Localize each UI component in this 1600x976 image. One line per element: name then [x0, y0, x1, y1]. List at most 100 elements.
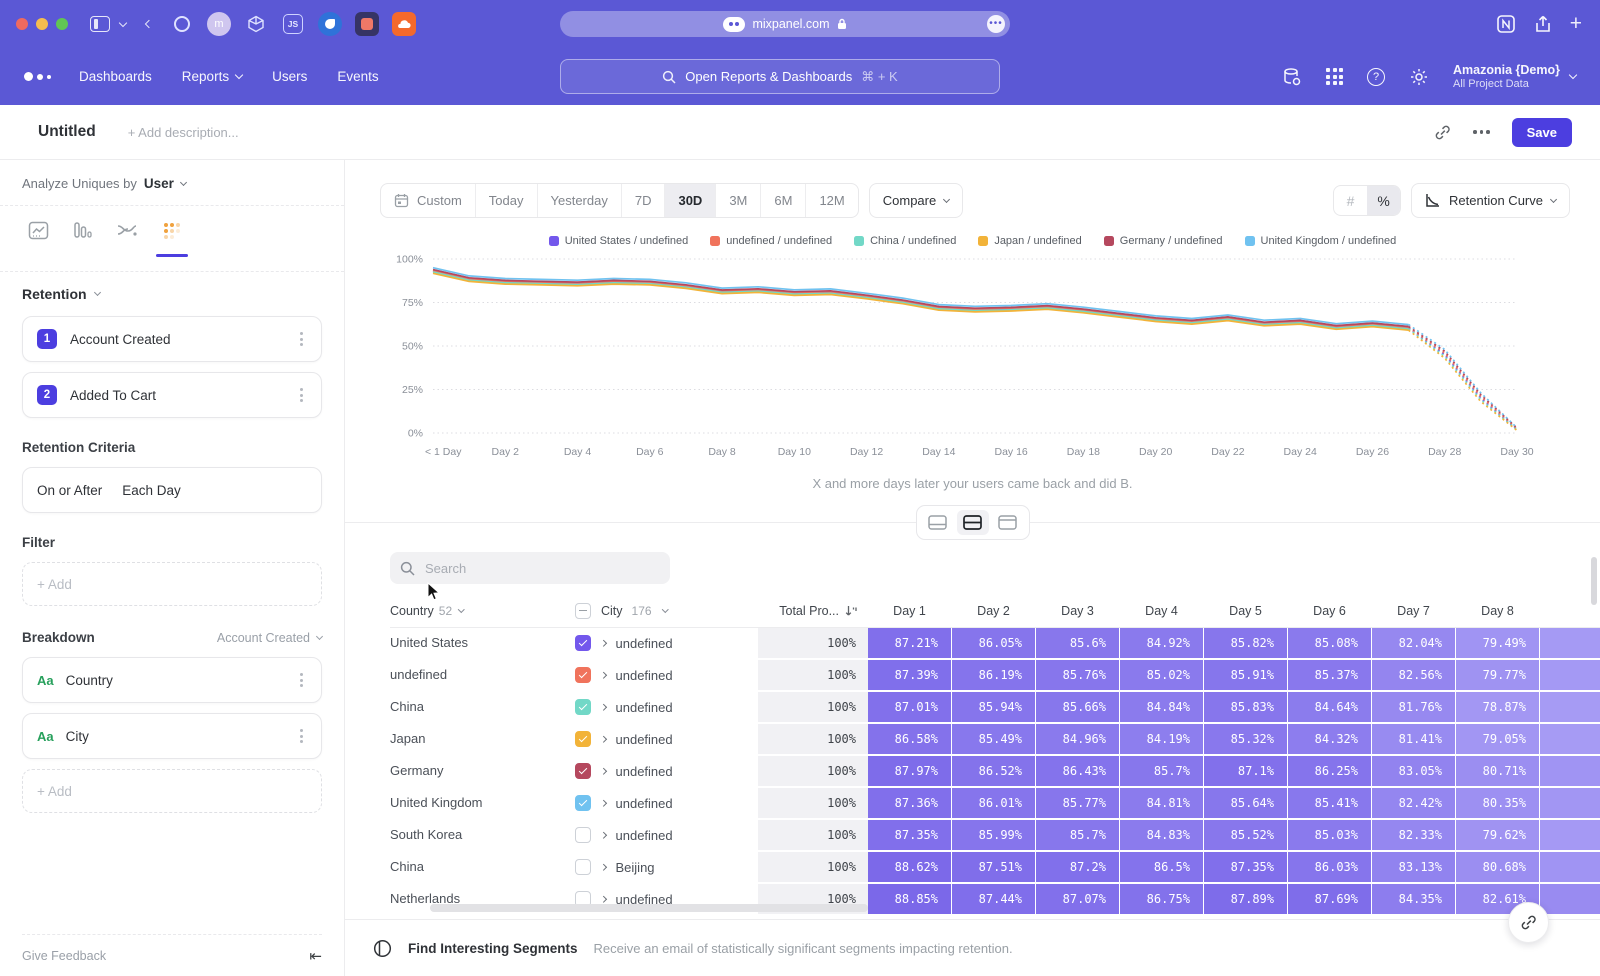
copy-link-icon[interactable]	[1434, 124, 1451, 141]
retention-cell[interactable]: 85.41%	[1288, 788, 1371, 818]
mixpanel-logo[interactable]	[24, 72, 51, 81]
retention-cell[interactable]: 85.03%	[1288, 820, 1371, 850]
horizontal-scrollbar[interactable]	[430, 904, 868, 912]
retention-cell[interactable]: 87.97%	[868, 756, 951, 786]
mixpanel-app-icon[interactable]	[355, 12, 379, 36]
expand-chevron-icon[interactable]	[600, 768, 606, 774]
close-window-button[interactable]	[16, 18, 28, 30]
criteria-on-or-after[interactable]: On or After	[37, 483, 102, 498]
tab-insights[interactable]	[28, 220, 49, 257]
row-checkbox[interactable]	[575, 667, 591, 683]
total-column-header[interactable]: Total Pro...	[758, 604, 868, 618]
retention-cell[interactable]: 86.75%	[1120, 884, 1203, 914]
day-column-header[interactable]: Day 7	[1372, 604, 1455, 618]
retention-cell[interactable]: 83.13%	[1372, 852, 1455, 882]
retention-cell[interactable]: 87.01%	[868, 692, 951, 722]
new-tab-icon[interactable]: +	[1570, 12, 1582, 36]
tab-flows[interactable]	[116, 221, 138, 257]
retention-cell[interactable]: 84.81%	[1120, 788, 1203, 818]
date-range-30d[interactable]: 30D	[665, 183, 716, 218]
expand-chevron-icon[interactable]	[600, 736, 606, 742]
expand-chevron-icon[interactable]	[600, 896, 606, 902]
table-only-view-toggle[interactable]	[992, 510, 1024, 535]
tab-retention[interactable]	[162, 221, 182, 257]
legend-item[interactable]: Germany / undefined	[1104, 235, 1223, 247]
retention-cell[interactable]: 86.03%	[1288, 852, 1371, 882]
retention-cell[interactable]: 87.21%	[868, 628, 951, 658]
date-range-today[interactable]: Today	[476, 183, 538, 218]
expand-chevron-icon[interactable]	[600, 800, 606, 806]
retention-cell[interactable]: 79.05%	[1456, 724, 1539, 754]
row-checkbox[interactable]	[575, 827, 591, 843]
retention-cell[interactable]: 82.56%	[1372, 660, 1455, 690]
breakdown-card-country[interactable]: Aa Country	[22, 657, 322, 703]
day-column-header[interactable]: Day 3	[1036, 604, 1119, 618]
retention-cell[interactable]: 86.58%	[868, 724, 951, 754]
compare-button[interactable]: Compare	[869, 183, 963, 218]
retention-cell[interactable]: 85.76%	[1036, 660, 1119, 690]
breakdown-card-city[interactable]: Aa City	[22, 713, 322, 759]
address-bar[interactable]: mixpanel.com •••	[560, 11, 1010, 37]
settings-gear-icon[interactable]	[1409, 67, 1429, 87]
retention-cell[interactable]: 81.76%	[1372, 692, 1455, 722]
retention-cell[interactable]: 85.77%	[1036, 788, 1119, 818]
save-button[interactable]: Save	[1512, 118, 1572, 147]
js-extension-icon[interactable]: JS	[281, 12, 305, 36]
kebab-menu-icon[interactable]	[296, 725, 307, 747]
retention-cell[interactable]: 85.6%	[1036, 628, 1119, 658]
vertical-scrollbar[interactable]	[1591, 557, 1597, 605]
ring-extension-icon[interactable]	[170, 12, 194, 36]
retention-cell[interactable]: 85.52%	[1204, 820, 1287, 850]
expand-chevron-icon[interactable]	[600, 672, 606, 678]
city-column-header[interactable]: City 176	[575, 603, 758, 619]
retention-cell[interactable]: 85.64%	[1204, 788, 1287, 818]
analyze-value[interactable]: User	[144, 176, 174, 191]
retention-cell[interactable]: 86.5%	[1120, 852, 1203, 882]
retention-cell[interactable]: 79.62%	[1456, 820, 1539, 850]
segments-title[interactable]: Find Interesting Segments	[408, 941, 578, 956]
retention-cell[interactable]: 84.32%	[1288, 724, 1371, 754]
retention-cell[interactable]: 85.37%	[1288, 660, 1371, 690]
retention-cell[interactable]: 87.39%	[868, 660, 951, 690]
retention-cell[interactable]: 82.42%	[1372, 788, 1455, 818]
kebab-menu-icon[interactable]	[296, 328, 307, 350]
retention-cell[interactable]: 85.94%	[952, 692, 1035, 722]
retention-cell[interactable]: 87.44%	[952, 884, 1035, 914]
zoom-window-button[interactable]	[56, 18, 68, 30]
retention-cell[interactable]: 88.85%	[868, 884, 951, 914]
legend-item[interactable]: Japan / undefined	[978, 235, 1081, 247]
expand-chevron-icon[interactable]	[600, 832, 606, 838]
date-range-yesterday[interactable]: Yesterday	[538, 183, 622, 218]
retention-cell[interactable]: 86.52%	[952, 756, 1035, 786]
nav-item-reports[interactable]: Reports	[182, 69, 242, 84]
percentage-toggle[interactable]: %	[1367, 186, 1400, 215]
bird-extension-icon[interactable]	[318, 12, 342, 36]
retention-cell[interactable]: 82.33%	[1372, 820, 1455, 850]
retention-cell[interactable]: 85.02%	[1120, 660, 1203, 690]
chart-only-view-toggle[interactable]	[922, 510, 954, 535]
retention-cell[interactable]: 85.66%	[1036, 692, 1119, 722]
nav-item-events[interactable]: Events	[337, 69, 378, 84]
more-options-icon[interactable]	[1473, 130, 1490, 134]
table-search[interactable]	[390, 552, 670, 584]
expand-chevron-icon[interactable]	[600, 864, 606, 870]
tab-funnels[interactable]	[73, 220, 92, 257]
add-filter-button[interactable]: + Add	[22, 562, 322, 606]
retention-cell[interactable]: 85.82%	[1204, 628, 1287, 658]
retention-cell[interactable]: 80.68%	[1456, 852, 1539, 882]
m-extension-icon[interactable]: m	[207, 12, 231, 36]
retention-cell[interactable]: 81.41%	[1372, 724, 1455, 754]
share-link-floating-button[interactable]	[1508, 902, 1549, 943]
retention-cell[interactable]: 86.25%	[1288, 756, 1371, 786]
row-checkbox[interactable]	[575, 635, 591, 651]
apps-grid-icon[interactable]	[1326, 68, 1343, 85]
split-view-toggle[interactable]	[957, 510, 989, 535]
retention-cell[interactable]: 85.7%	[1120, 756, 1203, 786]
select-all-checkbox[interactable]	[575, 603, 591, 619]
share-icon[interactable]	[1534, 14, 1552, 34]
date-range-6m[interactable]: 6M	[761, 183, 806, 218]
retention-cell[interactable]: 85.08%	[1288, 628, 1371, 658]
retention-cell[interactable]: 85.49%	[952, 724, 1035, 754]
day-column-header[interactable]: Day 6	[1288, 604, 1371, 618]
retention-cell[interactable]: 79.77%	[1456, 660, 1539, 690]
